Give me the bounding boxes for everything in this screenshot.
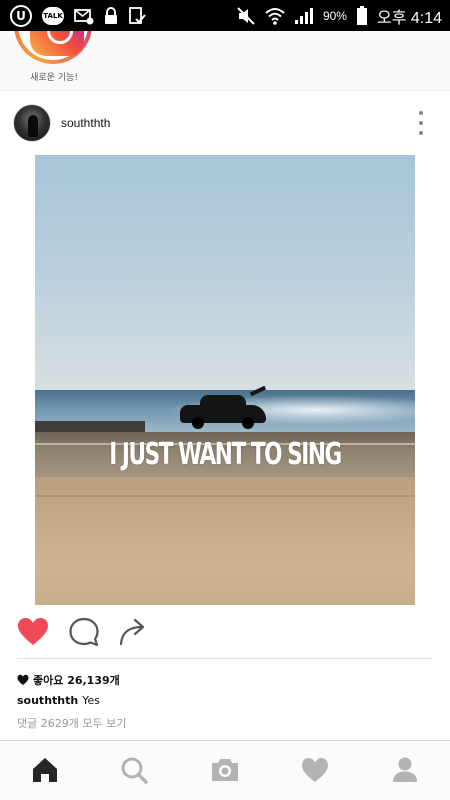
comment-icon (69, 617, 99, 647)
story-new-features[interactable] (14, 31, 92, 64)
clock: 오후 4:14 (376, 9, 442, 27)
nav-profile[interactable] (390, 755, 420, 785)
more-dot-icon (419, 121, 423, 125)
image-overlay-text: I JUST WANT TO SING (109, 437, 342, 472)
actions-divider (17, 658, 432, 659)
heart-filled-icon (18, 618, 48, 645)
kakaotalk-icon: TALK (42, 6, 64, 25)
battery-icon (356, 5, 368, 26)
sky (35, 155, 415, 390)
caption-username[interactable]: souththth (17, 694, 78, 707)
comment-button[interactable] (67, 615, 101, 649)
post-image[interactable]: I JUST WANT TO SING (35, 155, 415, 605)
lock-icon (104, 6, 118, 25)
status-bar: U TALK 90% 오후 4:14 (0, 0, 450, 31)
search-icon (121, 757, 148, 784)
post-actions (0, 615, 450, 651)
more-dot-icon (419, 111, 423, 115)
more-options-button[interactable] (414, 111, 428, 135)
post-header: souththth (0, 101, 450, 145)
likes-count[interactable]: 좋아요 26,139개 (17, 672, 120, 688)
bottom-navigation (0, 740, 450, 800)
home-icon (33, 758, 57, 782)
share-button[interactable] (116, 615, 150, 649)
signal-icon (294, 7, 314, 25)
instagram-logo-icon (30, 31, 84, 56)
instagram-feed-screen: U TALK 90% 오후 4:14 새로운 기능! souththth I J… (0, 0, 450, 800)
stories-bar: 새로운 기능! (0, 31, 450, 91)
share-icon (119, 618, 145, 646)
post-username[interactable]: souththth (61, 116, 110, 130)
ground-line (35, 495, 415, 497)
nav-activity[interactable] (300, 755, 330, 785)
mute-icon (236, 6, 256, 25)
avatar[interactable] (13, 104, 51, 142)
like-button[interactable] (16, 615, 50, 649)
heart-icon (302, 758, 328, 782)
profile-icon (393, 757, 417, 782)
battery-percent: 90% (322, 8, 347, 23)
caption-text: Yes (82, 694, 100, 707)
post-caption: souththth Yes (17, 694, 100, 707)
nav-camera[interactable] (210, 755, 240, 785)
u-plus-icon: U (10, 4, 32, 27)
view-all-comments-link[interactable]: 댓글 2629개 모두 보기 (17, 715, 126, 731)
checklist-icon (128, 6, 146, 25)
wifi-icon (265, 7, 285, 25)
car (180, 385, 267, 431)
story-caption: 새로운 기능! (30, 73, 78, 83)
likes-text: 좋아요 26,139개 (33, 674, 120, 687)
heart-small-icon (17, 674, 29, 685)
camera-icon (212, 759, 238, 781)
nav-search[interactable] (119, 755, 149, 785)
mail-icon (74, 7, 94, 25)
nav-home[interactable] (30, 755, 60, 785)
more-dot-icon (419, 131, 423, 135)
